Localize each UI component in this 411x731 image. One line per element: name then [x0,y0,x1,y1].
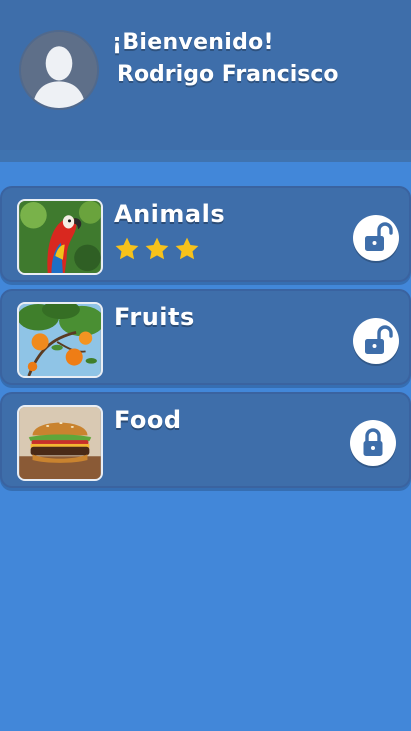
category-card-food[interactable]: Food [0,392,411,488]
locked-button[interactable] [350,420,396,466]
oranges-picture [19,304,101,376]
category-title: Food [114,406,182,434]
burger-picture [19,407,101,479]
category-title: Animals [114,200,226,228]
unlocked-button[interactable] [353,318,399,364]
lock-icon [363,428,383,456]
category-card-fruits[interactable]: Fruits [0,289,411,385]
parrot-picture [19,201,101,273]
star-icon [145,237,169,260]
unlock-icon [365,325,393,354]
profile-header: ¡Bienvenido! Rodrigo Francisco [0,0,411,162]
star-icon [175,237,199,260]
user-name: Rodrigo Francisco [117,62,339,87]
header-divider [0,150,411,162]
unlock-icon [365,222,393,251]
burger-image [17,405,103,481]
category-title: Fruits [114,303,195,331]
oranges-image [17,302,103,378]
welcome-text: ¡Bienvenido! [112,30,274,55]
parrot-image [17,199,103,275]
star-rating [114,236,200,264]
star-icon [115,237,139,260]
user-silhouette-icon [21,32,97,108]
category-card-animals[interactable]: Animals [0,186,411,282]
avatar[interactable] [19,30,99,110]
unlocked-button[interactable] [353,215,399,261]
